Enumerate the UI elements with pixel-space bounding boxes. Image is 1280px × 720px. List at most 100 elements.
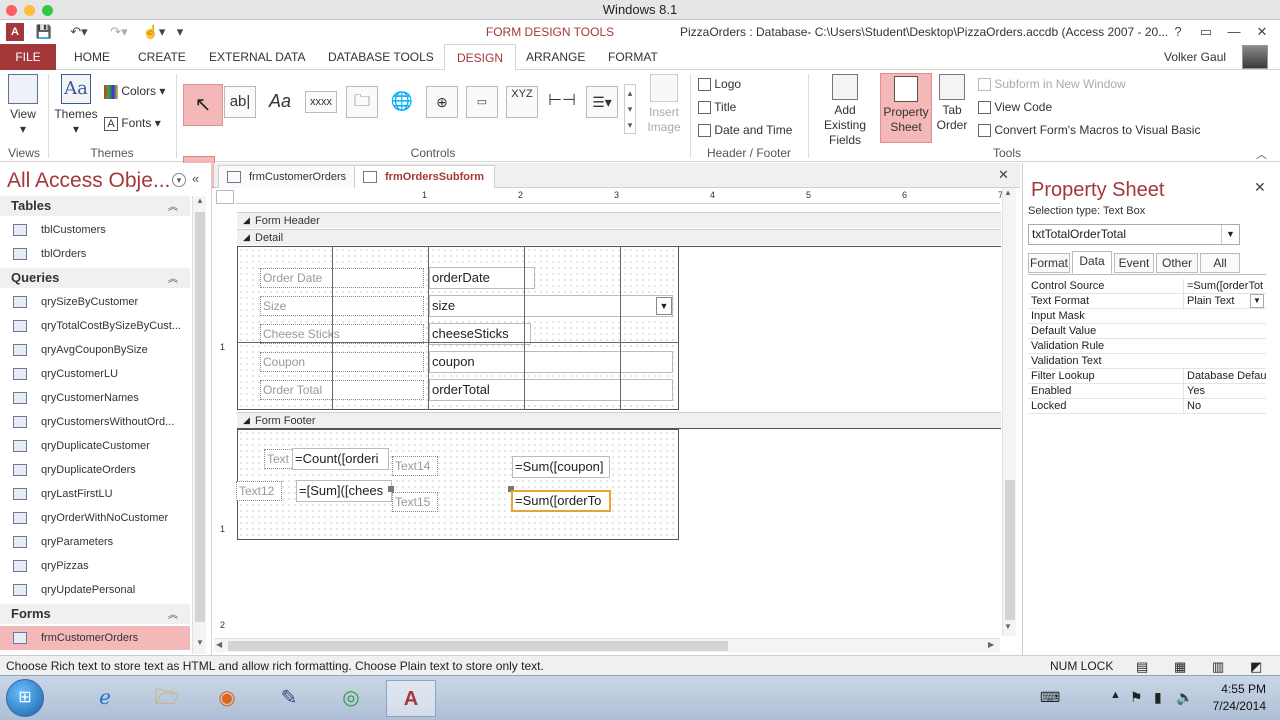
- collapse-icon[interactable]: ︽: [168, 198, 178, 213]
- add-existing-fields-button[interactable]: Add Existing Fields: [812, 74, 878, 148]
- action-center-icon[interactable]: ⚑: [1130, 689, 1143, 706]
- file-explorer-icon[interactable]: 🗁: [142, 680, 192, 717]
- text15-label[interactable]: Text15: [392, 492, 438, 512]
- ps-tab-other[interactable]: Other: [1156, 253, 1198, 273]
- nav-pane-title[interactable]: All Access Obje...: [7, 169, 170, 193]
- user-name[interactable]: Volker Gaul: [1164, 50, 1226, 64]
- property-row[interactable]: Input Mask: [1028, 309, 1266, 324]
- shutter-bar-icon[interactable]: «: [192, 171, 199, 186]
- designer-vscroll-thumb[interactable]: [1005, 480, 1015, 620]
- tab-database-tools[interactable]: DATABASE TOOLS: [316, 44, 446, 70]
- network-icon[interactable]: ▮: [1154, 689, 1162, 706]
- help-button[interactable]: ?: [1164, 22, 1192, 42]
- collapse-icon[interactable]: ︽: [168, 270, 178, 285]
- ribbon-display-button[interactable]: ▭: [1192, 22, 1220, 42]
- tab-order-button[interactable]: Tab Order: [934, 74, 970, 133]
- chrome-icon[interactable]: ◎: [326, 680, 376, 717]
- ps-tab-format[interactable]: Format: [1028, 253, 1070, 273]
- close-property-sheet-icon[interactable]: ✕: [1254, 179, 1266, 196]
- tab-format[interactable]: FORMAT: [596, 44, 670, 70]
- themes-button[interactable]: Aa Themes ▾: [54, 74, 98, 137]
- form-selector[interactable]: [216, 190, 234, 204]
- text12-label[interactable]: Text12: [236, 481, 282, 501]
- property-row[interactable]: Validation Rule: [1028, 339, 1266, 354]
- count-orders-field[interactable]: =Count([orderi: [292, 448, 389, 470]
- scroll-right-icon[interactable]: ▶: [988, 640, 994, 649]
- scroll-down-icon[interactable]: ▼: [194, 638, 206, 652]
- fonts-button[interactable]: A Fonts ▾: [104, 116, 161, 131]
- insert-image-button[interactable]: Insert Image: [640, 74, 688, 135]
- property-row[interactable]: Text Format Plain Text ▼: [1028, 294, 1266, 309]
- nav-section-queries[interactable]: Queries: [0, 268, 190, 288]
- footer-text-label[interactable]: Text: [264, 449, 294, 469]
- detail-field[interactable]: coupon: [429, 351, 673, 373]
- date-time-button[interactable]: Date and Time: [698, 123, 792, 138]
- textbox-control-icon[interactable]: ab|: [224, 86, 256, 118]
- tab-arrange[interactable]: ARRANGE: [514, 44, 597, 70]
- hyperlink-control-icon[interactable]: 🌐: [386, 86, 418, 118]
- designer-hscrollbar[interactable]: ◀ ▶: [214, 638, 1000, 652]
- chevron-down-icon[interactable]: ▼: [1221, 225, 1239, 244]
- property-value[interactable]: Database Defau: [1183, 369, 1266, 383]
- tab-external-data[interactable]: EXTERNAL DATA: [197, 44, 317, 70]
- detail-label[interactable]: Size: [260, 296, 424, 316]
- detail-label[interactable]: Cheese Sticks: [260, 324, 424, 344]
- label-control-icon[interactable]: Aa: [264, 86, 296, 118]
- sum-ordertotal-field[interactable]: =Sum([orderTo: [511, 490, 611, 512]
- property-sheet-button[interactable]: Property Sheet: [880, 73, 932, 143]
- select-arrow-icon[interactable]: ↖: [183, 84, 223, 126]
- nav-item[interactable]: qryTotalCostBySizeByCust...: [0, 314, 190, 338]
- detail-field[interactable]: size: [429, 295, 673, 317]
- scroll-up-icon[interactable]: ▲: [194, 196, 206, 210]
- nav-item[interactable]: qryParameters: [0, 530, 190, 554]
- form-view-icon[interactable]: ▤: [1136, 659, 1148, 675]
- tab-create[interactable]: CREATE: [126, 44, 198, 70]
- save-icon[interactable]: 💾: [34, 22, 54, 42]
- keyboard-icon[interactable]: ⌨: [1040, 689, 1060, 706]
- text14-label[interactable]: Text14: [392, 456, 438, 476]
- doctab-frmcustomerorders[interactable]: frmCustomerOrders: [218, 165, 358, 188]
- button-control-icon[interactable]: xxxx: [305, 91, 337, 113]
- nav-item[interactable]: qryLastFirstLU: [0, 482, 190, 506]
- view-code-button[interactable]: View Code: [978, 100, 1052, 115]
- start-button[interactable]: ⊞: [6, 679, 44, 717]
- view-button[interactable]: View ▾: [4, 74, 42, 137]
- property-row[interactable]: Control Source =Sum([orderTot: [1028, 279, 1266, 294]
- nav-item[interactable]: qryDuplicateCustomer: [0, 434, 190, 458]
- tab-control-icon[interactable]: 🗀: [346, 86, 378, 118]
- scroll-up-icon[interactable]: ▲: [1004, 188, 1012, 197]
- nav-item[interactable]: qryOrderWithNoCustomer: [0, 506, 190, 530]
- controls-gallery-more-icon[interactable]: ▴ ▾ ▾: [624, 84, 636, 134]
- nav-item[interactable]: qryCustomerNames: [0, 386, 190, 410]
- chevron-down-icon[interactable]: ▼: [656, 297, 672, 315]
- customize-qat-icon[interactable]: ▾: [172, 22, 188, 42]
- form-footer-band[interactable]: Form Footer: [237, 412, 1001, 428]
- ps-tab-all[interactable]: All: [1200, 253, 1240, 273]
- combo-box-icon[interactable]: ☰▾: [586, 86, 618, 118]
- navigation-control-icon[interactable]: ▭: [466, 86, 498, 118]
- nav-scroll-thumb[interactable]: [195, 212, 205, 622]
- nav-scrollbar[interactable]: ▲ ▼: [192, 196, 206, 654]
- tab-design[interactable]: DESIGN: [444, 44, 517, 71]
- scroll-left-icon[interactable]: ◀: [216, 640, 222, 649]
- tab-home[interactable]: HOME: [62, 44, 122, 70]
- scroll-down-icon[interactable]: ▼: [1004, 622, 1012, 631]
- property-value[interactable]: No: [1183, 399, 1266, 413]
- doctab-frmorderssubform[interactable]: frmOrdersSubform: [354, 165, 496, 188]
- nav-item[interactable]: tblCustomers: [0, 218, 190, 242]
- touch-mode-icon[interactable]: ☝▾: [142, 22, 166, 42]
- form-header-band[interactable]: Form Header: [237, 212, 1001, 228]
- nav-section-tables[interactable]: Tables: [0, 196, 190, 216]
- sum-coupon-field[interactable]: =Sum([coupon]: [512, 456, 610, 478]
- redo-icon[interactable]: ↷▾: [104, 22, 134, 42]
- detail-field[interactable]: orderTotal: [429, 379, 673, 401]
- close-button[interactable]: ✕: [1248, 22, 1276, 42]
- nav-item[interactable]: qryPizzas: [0, 554, 190, 578]
- property-row[interactable]: Enabled Yes: [1028, 384, 1266, 399]
- option-group-icon[interactable]: XYZ: [506, 86, 538, 118]
- access-app-icon[interactable]: A: [6, 23, 24, 41]
- clock-date[interactable]: 7/24/2014: [1200, 699, 1266, 713]
- page-break-icon[interactable]: ⊢⊣: [546, 86, 578, 118]
- datasheet-view-icon[interactable]: ▦: [1174, 659, 1186, 675]
- layout-view-icon[interactable]: ▥: [1212, 659, 1224, 675]
